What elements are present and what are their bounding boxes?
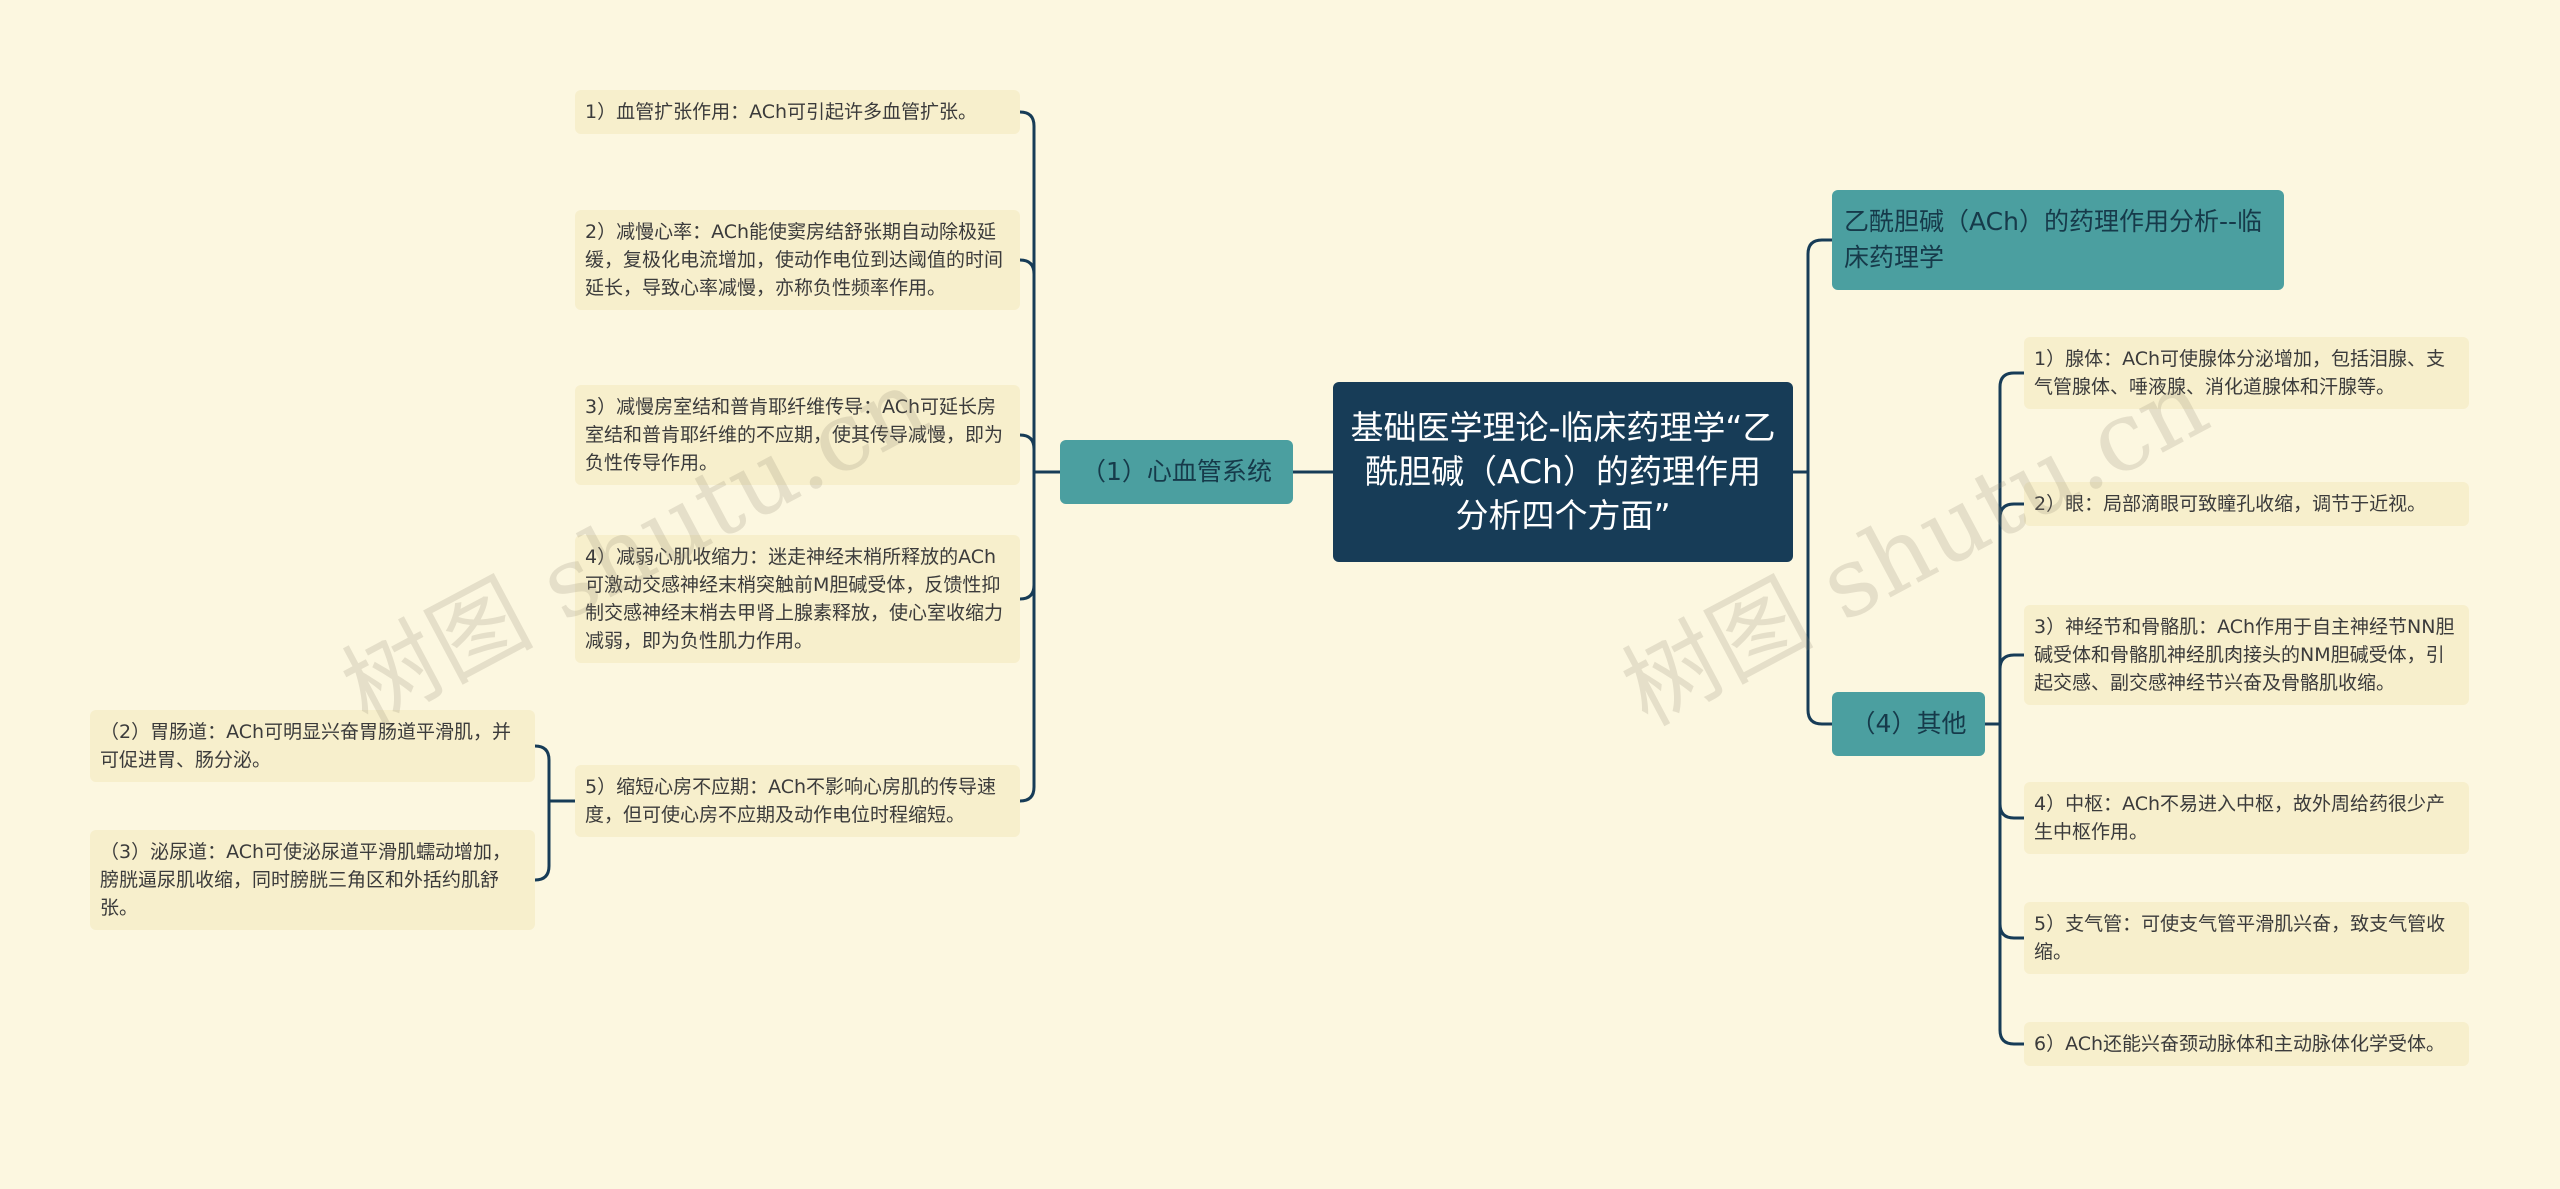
root-topic: 基础医学理论-临床药理学“乙酰胆碱（ACh）的药理作用分析四个方面” — [1333, 382, 1793, 562]
leaf-gi: （2）胃肠道：ACh可明显兴奋胃肠道平滑肌，并可促进胃、肠分泌。 — [90, 710, 535, 782]
leaf-other-2: 2）眼：局部滴眼可致瞳孔收缩，调节于近视。 — [2024, 482, 2469, 526]
conn-cardio-child-3 — [1018, 470, 1036, 601]
conn-sub-child-0 — [533, 744, 551, 803]
leaf-urinary: （3）泌尿道：ACh可使泌尿道平滑肌蠕动增加，膀胱逼尿肌收缩，同时膀胱三角区和外… — [90, 830, 535, 930]
leaf-cardio-4: 4）减弱心肌收缩力：迷走神经末梢所释放的ACh可激动交感神经末梢突触前M胆碱受体… — [575, 535, 1020, 663]
leaf-cardio-1: 1）血管扩张作用：ACh可引起许多血管扩张。 — [575, 90, 1020, 134]
leaf-cardio-2: 2）减慢心率：ACh能使窦房结舒张期自动除极延缓，复极化电流增加，使动作电位到达… — [575, 210, 1020, 310]
conn-sub-child-1 — [533, 799, 551, 882]
conn-others-child-4 — [1998, 722, 2026, 940]
leaf-other-3: 3）神经节和骨骼肌：ACh作用于自主神经节NN胆碱受体和骨骼肌神经肌肉接头的NM… — [2024, 605, 2469, 705]
conn-others-child-2 — [1998, 653, 2026, 726]
conn-root-right-child-0 — [1806, 238, 1834, 474]
conn-cardio-child-0 — [1018, 110, 1036, 474]
conn-cardio-child-4 — [1018, 470, 1036, 803]
leaf-cardio-5: 5）缩短心房不应期：ACh不影响心房肌的传导速度，但可使心房不应期及动作电位时程… — [575, 765, 1020, 837]
conn-cardio-child-2 — [1018, 433, 1036, 474]
branch-others: （4）其他 — [1832, 692, 1985, 756]
connector-lines — [533, 110, 2026, 1046]
branch-cardiovascular: （1）心血管系统 — [1060, 440, 1293, 504]
mind-map-canvas: 1）血管扩张作用：ACh可引起许多血管扩张。 2）减慢心率：ACh能使窦房结舒张… — [0, 0, 2560, 1189]
leaf-other-4: 4）中枢：ACh不易进入中枢，故外周给药很少产生中枢作用。 — [2024, 782, 2469, 854]
conn-others-child-0 — [1998, 371, 2026, 726]
leaf-cardio-3: 3）减慢房室结和普肯耶纤维传导：ACh可延长房室结和普肯耶纤维的不应期，使其传导… — [575, 385, 1020, 485]
branch-title: 乙酰胆碱（ACh）的药理作用分析--临床药理学 — [1832, 190, 2284, 290]
leaf-other-1: 1）腺体：ACh可使腺体分泌增加，包括泪腺、支气管腺体、唾液腺、消化道腺体和汗腺… — [2024, 337, 2469, 409]
leaf-other-6: 6）ACh还能兴奋颈动脉体和主动脉体化学受体。 — [2024, 1022, 2469, 1066]
conn-others-child-5 — [1998, 722, 2026, 1046]
conn-others-child-3 — [1998, 722, 2026, 820]
conn-others-child-1 — [1998, 502, 2026, 726]
conn-root-right-child-1 — [1806, 470, 1834, 726]
leaf-other-5: 5）支气管：可使支气管平滑肌兴奋，致支气管收缩。 — [2024, 902, 2469, 974]
